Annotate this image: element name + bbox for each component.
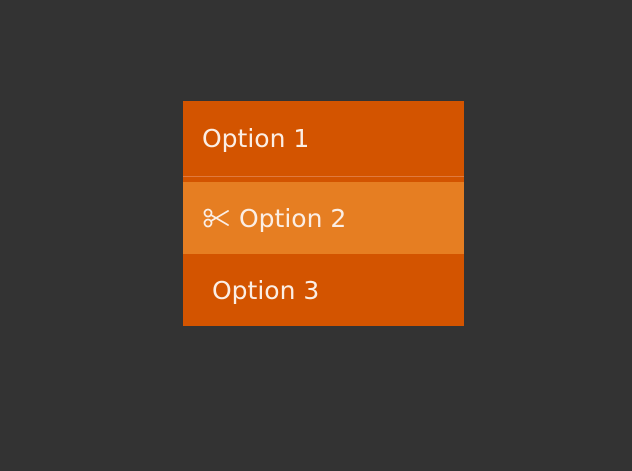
scissors-icon [201,207,231,229]
dropdown-menu: Option 1 Option 2 Option 3 [183,101,464,326]
menu-item-label: Option 3 [212,275,320,305]
menu-item-label: Option 2 [239,203,347,233]
menu-item-label: Option 1 [202,124,310,153]
menu-item-option-3[interactable]: Option 3 [183,254,464,326]
menu-item-option-1[interactable]: Option 1 [183,101,464,177]
menu-item-option-2[interactable]: Option 2 [183,182,464,254]
